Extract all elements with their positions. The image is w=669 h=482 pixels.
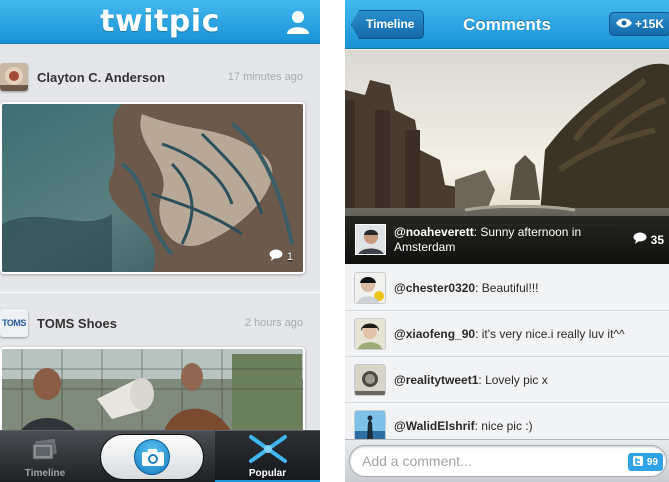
- comment-bubble-icon: [633, 232, 647, 247]
- camera-button[interactable]: [100, 434, 204, 480]
- satellite-photo[interactable]: 1: [2, 104, 303, 272]
- tab-timeline[interactable]: Timeline: [0, 431, 90, 482]
- comment-item[interactable]: @chester0320: Beautiful!!!: [345, 265, 669, 311]
- tab-timeline-label: Timeline: [24, 468, 66, 479]
- twitpic-timeline-screen: twitpic Clayton C. Anderson 17 minutes a…: [0, 0, 320, 482]
- views-count: +15K: [634, 17, 664, 31]
- comment-count-label: 1: [286, 250, 293, 263]
- tab-popular[interactable]: Popular: [215, 431, 320, 482]
- photo-caption: @noaheverett: Sunny afternoon in Amsterd…: [394, 225, 614, 255]
- photo-comment-count[interactable]: 35: [633, 232, 664, 247]
- avatar[interactable]: [355, 273, 385, 303]
- comment-username[interactable]: @chester0320: [394, 281, 475, 295]
- post-username[interactable]: Clayton C. Anderson: [37, 70, 165, 85]
- comment-item[interactable]: @realitytweet1: Lovely pic x: [345, 357, 669, 403]
- photo-caption-bar[interactable]: @noaheverett: Sunny afternoon in Amsterd…: [345, 216, 669, 264]
- top-bar: twitpic: [0, 0, 320, 44]
- comment-username[interactable]: @xiaofeng_90: [394, 327, 475, 341]
- twitpic-logo: twitpic: [100, 4, 220, 39]
- eye-icon: [615, 13, 632, 35]
- tab-popular-label: Popular: [248, 468, 287, 479]
- twitpic-comments-screen: Timeline Comments +15K @noaheverett: Sun…: [345, 0, 669, 482]
- comment-list[interactable]: @chester0320: Beautiful!!! @xiaofeng_90:…: [345, 265, 669, 449]
- avatar[interactable]: [355, 365, 385, 395]
- popular-icon: [249, 435, 287, 468]
- twitter-char-count[interactable]: 99: [627, 453, 663, 471]
- event-photo[interactable]: [2, 349, 303, 430]
- avatar[interactable]: [355, 411, 385, 441]
- post-photo-card[interactable]: 1: [0, 102, 305, 274]
- comment-text: @xiaofeng_90: it's very nice.i really lu…: [394, 327, 625, 341]
- post-divider: [0, 292, 320, 293]
- comment-item[interactable]: @xiaofeng_90: it's very nice.i really lu…: [345, 311, 669, 357]
- tab-bar: Timeline Popular: [0, 430, 320, 482]
- timeline-icon: [31, 438, 59, 467]
- comment-message: : it's very nice.i really luv it^^: [475, 327, 625, 341]
- toms-logo-text: TOMS: [2, 318, 26, 328]
- comment-bubble-icon: [269, 249, 283, 264]
- twitter-icon: [632, 455, 643, 469]
- comment-text: @realitytweet1: Lovely pic x: [394, 373, 548, 387]
- comment-message: : Beautiful!!!: [475, 281, 539, 295]
- photo-comment-count[interactable]: 1: [269, 249, 293, 264]
- comment-count-label: 35: [650, 232, 664, 247]
- camera-icon-circle: [134, 439, 170, 475]
- post-header[interactable]: TOMS TOMS Shoes 2 hours ago: [0, 303, 320, 343]
- comment-text: @WalidElshrif: nice pic :): [394, 419, 533, 433]
- views-badge[interactable]: +15K: [608, 12, 669, 36]
- photo-feed[interactable]: Clayton C. Anderson 17 minutes ago 1 TOM…: [0, 45, 320, 430]
- comment-message: : Lovely pic x: [478, 373, 548, 387]
- avatar[interactable]: [355, 224, 386, 255]
- post-photo-card[interactable]: [0, 347, 305, 430]
- comment-compose-bar: 99: [345, 439, 669, 482]
- post-timestamp: 17 minutes ago: [227, 71, 303, 83]
- avatar[interactable]: [0, 63, 28, 91]
- comment-message: : nice pic :): [474, 419, 533, 433]
- user-icon[interactable]: [284, 8, 312, 36]
- post-username[interactable]: TOMS Shoes: [37, 316, 117, 331]
- post-header[interactable]: Clayton C. Anderson 17 minutes ago: [0, 57, 320, 97]
- comment-username[interactable]: @WalidElshrif: [394, 419, 475, 433]
- comment-input[interactable]: [349, 445, 667, 477]
- avatar[interactable]: TOMS: [0, 309, 28, 337]
- caption-username[interactable]: @noaheverett: [394, 225, 474, 239]
- camera-icon: [142, 449, 164, 471]
- avatar[interactable]: [355, 319, 385, 349]
- char-count-label: 99: [646, 456, 658, 468]
- comment-text: @chester0320: Beautiful!!!: [394, 281, 538, 295]
- comment-username[interactable]: @realitytweet1: [394, 373, 478, 387]
- post-timestamp: 2 hours ago: [244, 317, 303, 329]
- top-bar: Timeline Comments +15K: [345, 0, 669, 49]
